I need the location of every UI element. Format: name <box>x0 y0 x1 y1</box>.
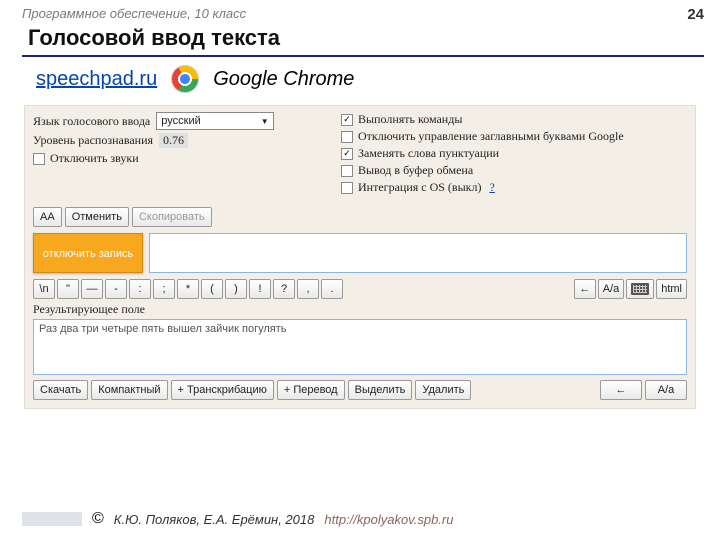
punct-checkbox[interactable]: ✓ <box>341 148 353 160</box>
transcribe-button[interactable]: + Транскрибацию <box>171 380 274 400</box>
keyboard-button[interactable] <box>626 279 654 299</box>
input-textarea[interactable] <box>149 233 687 273</box>
sym-dash[interactable]: - <box>105 279 127 299</box>
caps-label: Отключить управление заглавными буквами … <box>358 129 624 144</box>
cmd-label: Выполнять команды <box>358 112 462 127</box>
download-button[interactable]: Скачать <box>33 380 88 400</box>
sym-emdash[interactable]: — <box>81 279 103 299</box>
app-panel: Язык голосового ввода русский ▼ Уровень … <box>24 105 696 409</box>
chrome-label: Google Chrome <box>213 68 354 91</box>
footer-link[interactable]: http://kpolyakov.spb.ru <box>324 512 453 527</box>
keyboard-icon <box>631 283 649 295</box>
symbol-toolbar: \n " — - : ; * ( ) ! ? , . ← A/a html <box>33 279 687 299</box>
sym-excl[interactable]: ! <box>249 279 271 299</box>
back-button[interactable]: ← <box>574 279 596 299</box>
compact-button[interactable]: Компактный <box>91 380 167 400</box>
sym-period[interactable]: . <box>321 279 343 299</box>
clip-checkbox[interactable] <box>341 165 353 177</box>
sym-colon[interactable]: : <box>129 279 151 299</box>
select-button[interactable]: Выделить <box>348 380 413 400</box>
lang-select[interactable]: русский ▼ <box>156 112 273 130</box>
mute-label: Отключить звуки <box>50 151 139 166</box>
sym-quote[interactable]: " <box>57 279 79 299</box>
lang-label: Язык голосового ввода <box>33 114 150 129</box>
record-button[interactable]: отключить запись <box>33 233 143 273</box>
back2-button[interactable]: ← <box>600 380 642 400</box>
case2-button[interactable]: A/a <box>645 380 687 400</box>
chrome-icon <box>171 65 199 93</box>
rec-value: 0.76 <box>159 133 188 148</box>
cmd-checkbox[interactable]: ✓ <box>341 114 353 126</box>
aa-button[interactable]: AA <box>33 207 62 227</box>
sym-quest[interactable]: ? <box>273 279 295 299</box>
delete-button[interactable]: Удалить <box>415 380 471 400</box>
course-label: Программное обеспечение, 10 класс <box>22 6 246 23</box>
os-label: Интеграция с OS (выкл) <box>358 180 481 195</box>
lang-value: русский <box>161 115 200 127</box>
copy-button[interactable]: Скопировать <box>132 207 212 227</box>
translate-button[interactable]: + Перевод <box>277 380 345 400</box>
mute-checkbox[interactable] <box>33 153 45 165</box>
footer-decoration <box>22 512 82 526</box>
copyright-icon: © <box>92 510 104 528</box>
page-number: 24 <box>687 6 704 23</box>
result-label: Результирующее поле <box>33 302 687 317</box>
title-rule <box>22 55 704 57</box>
html-button[interactable]: html <box>656 279 687 299</box>
sym-asterisk[interactable]: * <box>177 279 199 299</box>
authors: К.Ю. Поляков, Е.А. Ерёмин, 2018 <box>114 512 315 527</box>
page-title: Голосовой ввод текста <box>0 23 720 53</box>
chevron-down-icon: ▼ <box>261 117 269 126</box>
sym-semicolon[interactable]: ; <box>153 279 175 299</box>
sym-lparen[interactable]: ( <box>201 279 223 299</box>
clip-label: Вывод в буфер обмена <box>358 163 473 178</box>
result-textarea[interactable]: Раз два три четыре пять вышел зайчик пог… <box>33 319 687 375</box>
undo-button[interactable]: Отменить <box>65 207 129 227</box>
rec-label: Уровень распознавания <box>33 133 153 148</box>
sym-newline[interactable]: \n <box>33 279 55 299</box>
os-checkbox[interactable] <box>341 182 353 194</box>
caps-checkbox[interactable] <box>341 131 353 143</box>
case-button[interactable]: A/a <box>598 279 625 299</box>
punct-label: Заменять слова пунктуации <box>358 146 499 161</box>
speechpad-link[interactable]: speechpad.ru <box>36 68 157 91</box>
sym-comma[interactable]: , <box>297 279 319 299</box>
sym-rparen[interactable]: ) <box>225 279 247 299</box>
help-link[interactable]: ? <box>489 180 494 195</box>
footer: © К.Ю. Поляков, Е.А. Ерёмин, 2018 http:/… <box>22 510 453 528</box>
